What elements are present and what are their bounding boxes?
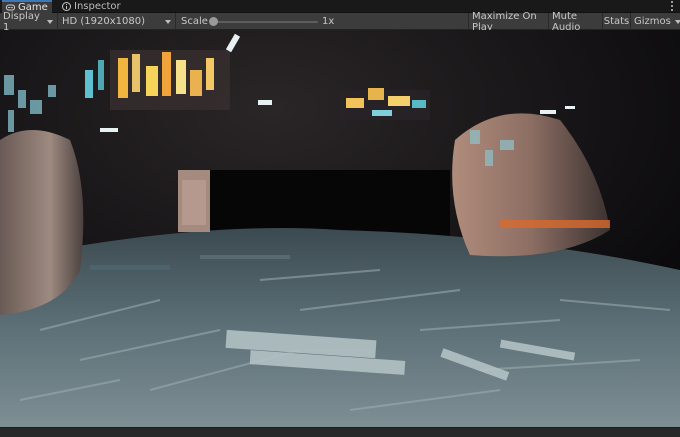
scale-label: Scale [181, 16, 208, 27]
game-toolbar: Display 1 HD (1920x1080) Scale 1x Maximi… [0, 11, 680, 33]
game-viewport[interactable] [0, 30, 680, 427]
resolution-dropdown-label: HD (1920x1080) [62, 16, 146, 27]
resolution-dropdown[interactable]: HD (1920x1080) [59, 13, 176, 30]
mute-audio-button[interactable]: Mute Audio [548, 11, 602, 33]
gizmos-dropdown[interactable]: Gizmos [630, 13, 680, 30]
scale-slider-track[interactable] [214, 21, 318, 23]
chevron-down-icon [47, 19, 53, 24]
gizmos-dropdown-label: Gizmos [634, 16, 671, 27]
chevron-down-icon [674, 19, 680, 24]
game-scene-image [0, 30, 680, 427]
display-dropdown[interactable]: Display 1 [0, 11, 58, 33]
scale-value: 1x [322, 16, 335, 27]
tab-inspector[interactable]: Inspector [58, 0, 121, 13]
chevron-down-icon [165, 19, 171, 24]
maximize-on-play-button[interactable]: Maximize On Play [468, 11, 548, 33]
info-icon [62, 2, 71, 11]
viewport-bottom-border [0, 427, 680, 437]
stats-button[interactable]: Stats [602, 13, 630, 30]
more-options-icon[interactable] [670, 1, 674, 11]
scale-slider-thumb[interactable] [209, 17, 218, 26]
tab-inspector-label: Inspector [74, 1, 121, 12]
